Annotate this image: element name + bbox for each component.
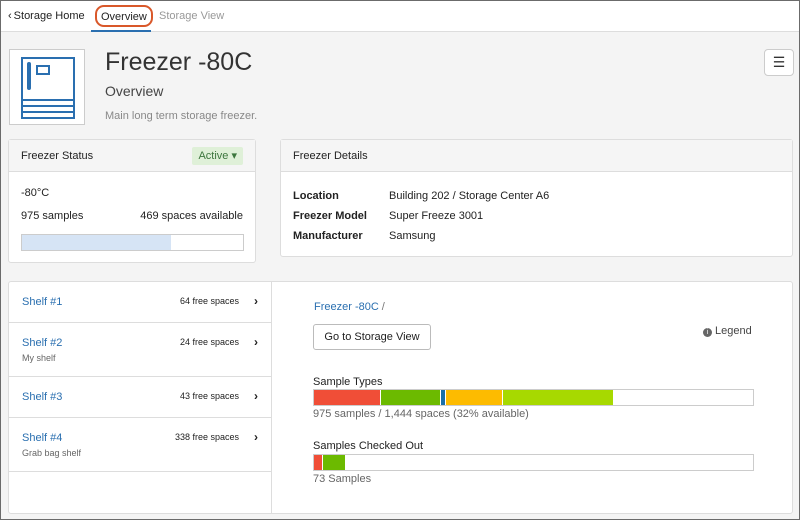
detail-value: Super Freeze 3001 — [389, 210, 484, 222]
shelf-list: Shelf #1 64 free spaces › Shelf #2 My sh… — [9, 282, 272, 513]
shelf-name: Shelf #4 — [22, 432, 63, 444]
detail-value: Samsung — [389, 230, 436, 242]
shelf-item-4[interactable]: Shelf #4 Grab bag shelf 338 free spaces … — [9, 418, 272, 472]
legend-label: Legend — [715, 325, 752, 337]
sample-types-segment-4 — [446, 390, 503, 405]
sample-types-note: 975 samples / 1,444 spaces (32% availabl… — [313, 408, 529, 420]
chevron-right-icon: › — [254, 430, 258, 444]
freezer-thumbnail — [9, 49, 85, 125]
sample-types-segment-2 — [380, 390, 442, 405]
active-tab-indicator — [91, 30, 151, 32]
top-nav: ‹ Storage Home Overview Storage View — [1, 1, 799, 32]
shelf-free-spaces: 338 free spaces — [174, 432, 239, 442]
detail-key: Manufacturer — [293, 230, 363, 242]
app-frame: ‹ Storage Home Overview Storage View Free… — [0, 0, 800, 520]
freezer-details-heading: Freezer Details — [281, 140, 792, 172]
freezer-status-panel: Freezer Status Active ▾ -80°C 975 sample… — [8, 139, 256, 263]
checked-out-note: 73 Samples — [313, 473, 372, 485]
shelf-description: My shelf — [22, 353, 56, 363]
sample-types-segment-1 — [314, 390, 381, 405]
shelf-name: Shelf #1 — [22, 296, 63, 308]
checked-out-bar — [313, 454, 754, 471]
tab-overview[interactable]: Overview — [95, 5, 153, 27]
legend-toggle[interactable]: i Legend — [703, 325, 752, 337]
detail-key: Freezer Model — [293, 210, 367, 222]
freezer-icon — [21, 57, 75, 119]
chevron-left-icon: ‹ — [8, 10, 12, 22]
capacity-bar — [21, 234, 244, 251]
status-dropdown[interactable]: Active ▾ — [192, 147, 243, 165]
breadcrumb-separator: / — [381, 301, 385, 313]
back-link-label: Storage Home — [13, 10, 85, 22]
page-subtitle: Overview — [105, 83, 164, 99]
detail-key: Location — [293, 190, 339, 202]
shelf-name: Shelf #3 — [22, 391, 63, 403]
status-samples: 975 samples — [21, 210, 84, 222]
breadcrumb: Freezer -80C / — [314, 301, 385, 313]
storage-panel: Shelf #1 64 free spaces › Shelf #2 My sh… — [8, 281, 793, 514]
shelf-item-3[interactable]: Shelf #3 43 free spaces › — [9, 377, 272, 418]
chevron-right-icon: › — [254, 335, 258, 349]
freezer-status-heading: Freezer Status Active ▾ — [9, 140, 255, 172]
shelf-free-spaces: 24 free spaces — [179, 337, 239, 347]
menu-button[interactable]: ☰ — [764, 49, 794, 76]
tab-storage-view[interactable]: Storage View — [159, 1, 224, 32]
chevron-right-icon: › — [254, 294, 258, 308]
hamburger-icon: ☰ — [772, 54, 786, 70]
shelf-item-2[interactable]: Shelf #2 My shelf 24 free spaces › — [9, 323, 272, 377]
shelf-free-spaces: 64 free spaces — [179, 296, 239, 306]
freezer-status-title: Freezer Status — [21, 150, 94, 162]
page-title: Freezer -80C — [105, 48, 253, 76]
sample-types-segment-5 — [502, 390, 613, 405]
shelf-free-spaces: 43 free spaces — [179, 391, 239, 401]
capacity-bar-fill — [22, 235, 172, 250]
go-to-storage-view-button[interactable]: Go to Storage View — [313, 324, 431, 350]
checked-out-segment-1 — [314, 455, 323, 470]
storage-summary: Freezer -80C / Go to Storage View i Legend… — [273, 282, 792, 513]
status-spaces: 469 spaces available — [140, 210, 243, 222]
back-link[interactable]: ‹ Storage Home — [8, 1, 85, 32]
status-temperature: -80°C — [21, 187, 50, 199]
shelf-item-1[interactable]: Shelf #1 64 free spaces › — [9, 282, 272, 323]
breadcrumb-link[interactable]: Freezer -80C — [314, 301, 379, 313]
shelf-description: Grab bag shelf — [22, 448, 82, 458]
caret-down-icon: ▾ — [231, 150, 237, 162]
checked-out-segment-2 — [322, 455, 345, 470]
freezer-details-panel: Freezer Details Location Building 202 / … — [280, 139, 793, 257]
detail-value: Building 202 / Storage Center A6 — [389, 190, 550, 202]
info-icon: i — [703, 328, 712, 337]
chevron-right-icon: › — [254, 389, 258, 403]
shelf-name: Shelf #2 — [22, 337, 63, 349]
checked-out-label: Samples Checked Out — [313, 440, 424, 452]
sample-types-bar — [313, 389, 754, 406]
page-description: Main long term storage freezer. — [105, 110, 258, 122]
status-badge-label: Active — [198, 150, 229, 162]
sample-types-label: Sample Types — [313, 376, 383, 388]
